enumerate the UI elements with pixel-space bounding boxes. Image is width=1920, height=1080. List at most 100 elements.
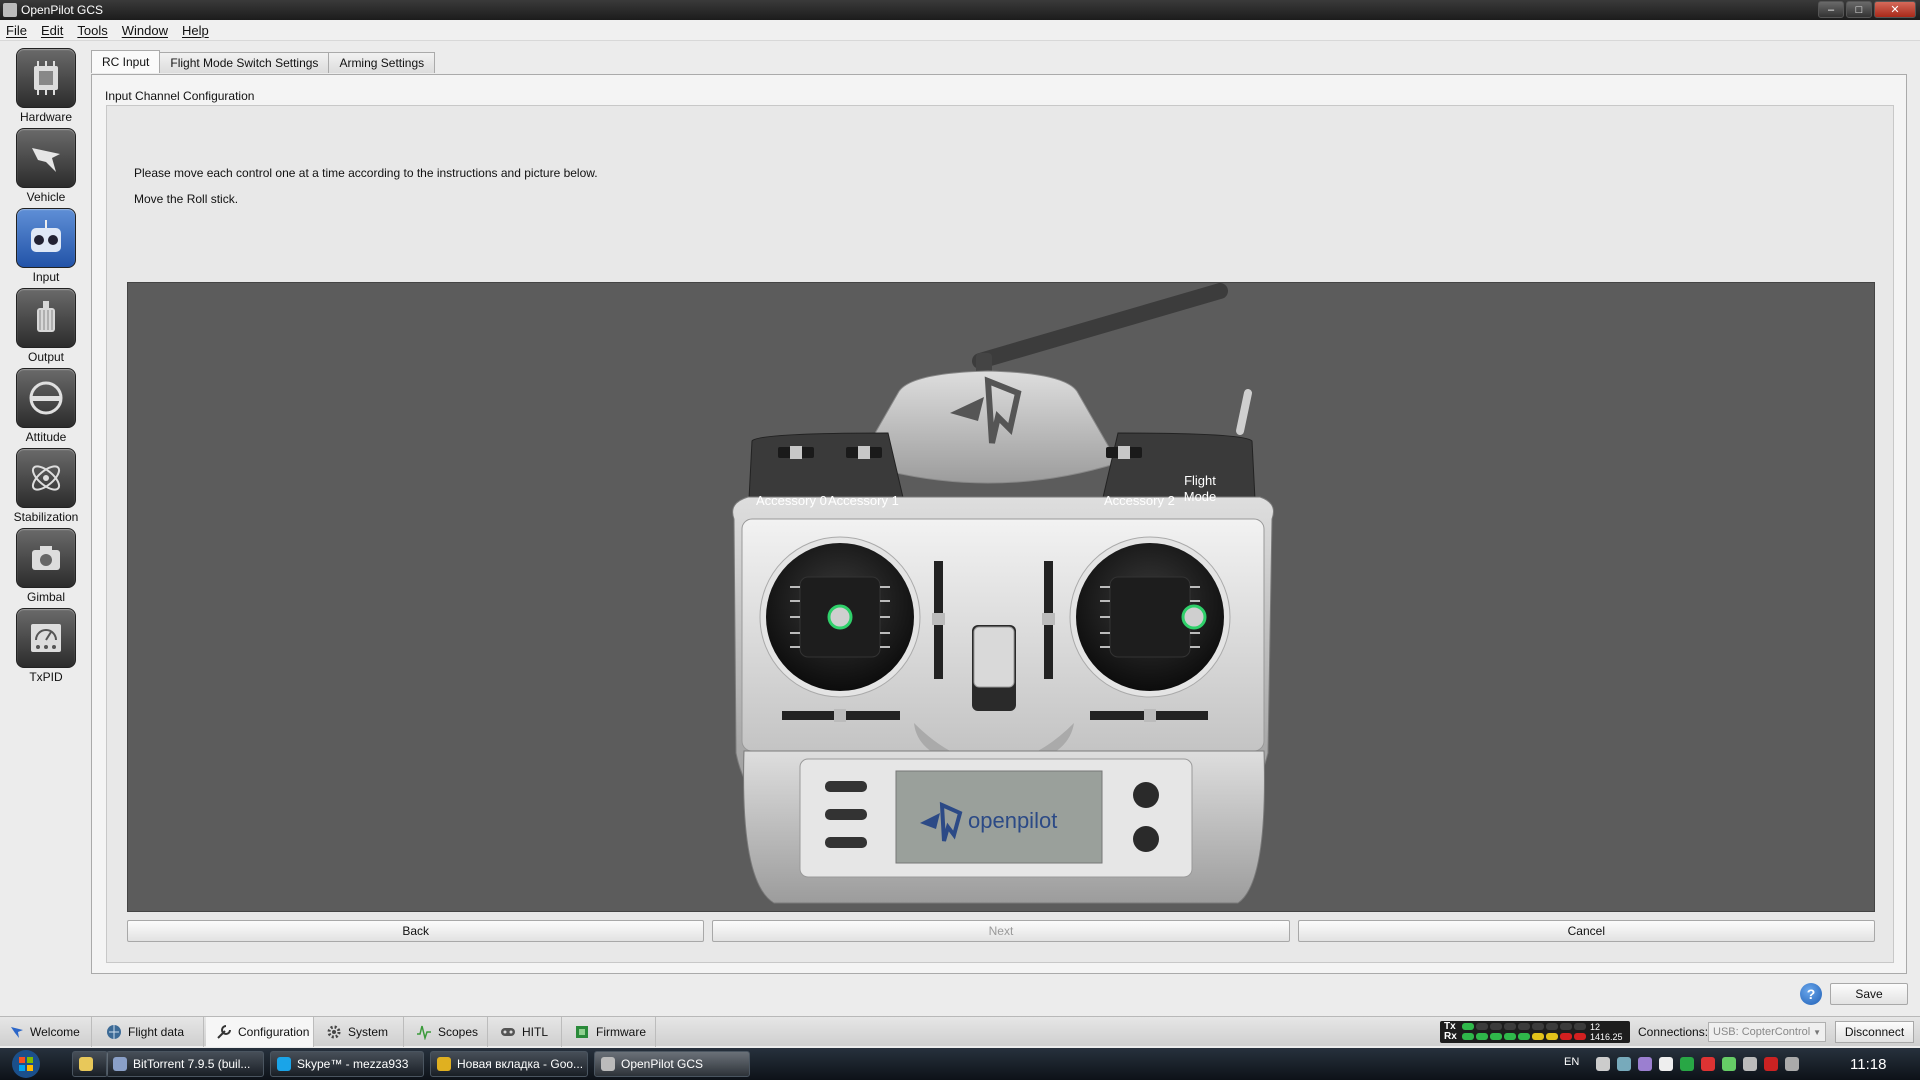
menu-edit[interactable]: Edit: [41, 23, 63, 38]
save-button[interactable]: Save: [1830, 983, 1908, 1005]
antenna: [972, 283, 1228, 369]
sidebar-item-gimbal[interactable]: Gimbal: [8, 528, 84, 604]
bittorrent-icon: [113, 1057, 127, 1071]
cancel-button[interactable]: Cancel: [1297, 920, 1875, 942]
wizard-buttons: Back Next Cancel: [127, 920, 1875, 944]
tx-value: 12: [1590, 1022, 1601, 1032]
connection-icon[interactable]: [1785, 1057, 1799, 1071]
chip-green-icon: [574, 1024, 590, 1040]
k-icon[interactable]: [1680, 1057, 1694, 1071]
next-button[interactable]: Next: [712, 920, 1290, 942]
folder-icon: [79, 1057, 93, 1071]
taskbar-item-openpilot[interactable]: OpenPilot GCS: [594, 1051, 750, 1077]
round-key-1: [1133, 782, 1159, 808]
motor-icon: [16, 288, 76, 348]
sidebar-item-input[interactable]: Input: [8, 208, 84, 284]
wizard-step: Move the Roll stick.: [134, 192, 239, 206]
wrench-icon: [216, 1024, 232, 1040]
mode-welcome[interactable]: Welcome: [0, 1017, 92, 1047]
mode-flight-data[interactable]: Flight data: [96, 1017, 204, 1047]
disconnect-button[interactable]: Disconnect: [1835, 1021, 1914, 1043]
minimize-button[interactable]: –: [1818, 1, 1844, 18]
chrome-icon: [437, 1057, 451, 1071]
start-button[interactable]: [6, 1049, 46, 1079]
round-key-2: [1133, 826, 1159, 852]
sidebar-item-hardware[interactable]: Hardware: [8, 48, 84, 124]
right-gimbal-plate: [1109, 576, 1191, 658]
shield-icon[interactable]: [1722, 1057, 1736, 1071]
device-icon[interactable]: [1617, 1057, 1631, 1071]
back-button[interactable]: Back: [127, 920, 705, 942]
skype-icon: [277, 1057, 291, 1071]
tab-flight-mode-switch-settings[interactable]: Flight Mode Switch Settings: [159, 52, 330, 73]
rx-value: 1416.25: [1590, 1032, 1623, 1042]
windows-flag-icon[interactable]: [1659, 1057, 1673, 1071]
mode-hitl[interactable]: HITL: [490, 1017, 562, 1047]
tab-rc-input[interactable]: RC Input: [91, 50, 161, 73]
flight-mode-label-1: Flight: [1184, 473, 1216, 488]
sidebar-item-stabilization[interactable]: Stabilization: [8, 448, 84, 524]
mode-label: Flight data: [128, 1025, 185, 1039]
mode-system[interactable]: System: [316, 1017, 404, 1047]
clock[interactable]: 11:18: [1850, 1056, 1886, 1073]
menu-window[interactable]: Window: [122, 23, 168, 38]
tab-arming-settings[interactable]: Arming Settings: [328, 52, 436, 73]
group-title: Input Channel Configuration: [105, 89, 255, 103]
explorer-taskbar-button[interactable]: [72, 1051, 108, 1077]
mode-label: System: [348, 1025, 389, 1039]
help-icon[interactable]: ?: [1800, 983, 1822, 1005]
rx-bars: [1462, 1033, 1586, 1040]
sidebar-item-txpid[interactable]: TxPID: [8, 608, 84, 684]
language-indicator[interactable]: EN: [1564, 1056, 1579, 1068]
volume-icon[interactable]: [1596, 1057, 1610, 1071]
os-taskbar: BitTorrent 7.9.5 (buil... Skype™ - mezza…: [0, 1048, 1920, 1080]
rx-label: Rx: [1444, 1031, 1457, 1042]
connection-select[interactable]: USB: CopterControl ▼: [1708, 1022, 1826, 1042]
adobe-icon[interactable]: [1764, 1057, 1778, 1071]
config-sidebar: Hardware Vehicle Input Output Attitude S…: [0, 42, 90, 1014]
mode-configuration[interactable]: Configuration: [206, 1017, 314, 1047]
mode-label: Configuration: [238, 1025, 310, 1039]
window-controls: – □ ✕: [1818, 1, 1916, 18]
sidebar-label: Stabilization: [13, 510, 79, 524]
sidebar-item-output[interactable]: Output: [8, 288, 84, 364]
mode-label: HITL: [522, 1025, 549, 1039]
taskbar-item-skype[interactable]: Skype™ - mezza933: [270, 1051, 424, 1077]
app-tray-icon[interactable]: [1638, 1057, 1652, 1071]
title-bar: OpenPilot GCS – □ ✕: [0, 0, 1920, 20]
sidebar-label: Output: [27, 350, 65, 364]
menu-help[interactable]: Help: [182, 23, 209, 38]
main-panel: RC Input Flight Mode Switch Settings Arm…: [91, 48, 1910, 974]
speaker-icon[interactable]: [1701, 1057, 1715, 1071]
mode-firmware[interactable]: Firmware: [564, 1017, 656, 1047]
close-button[interactable]: ✕: [1874, 1, 1916, 18]
gears-icon: [326, 1024, 342, 1040]
config-tabs: RC Input Flight Mode Switch Settings Arm…: [91, 50, 436, 73]
flight-mode-switch: [1236, 389, 1252, 435]
sidebar-item-vehicle[interactable]: Vehicle: [8, 128, 84, 204]
left-horizontal-trim-knob: [834, 709, 846, 722]
airframe-icon: [16, 128, 76, 188]
mode-label: Welcome: [30, 1025, 80, 1039]
transmitter-diagram: Accessory 0 Accessory 1 Accessory 2 Flig…: [127, 282, 1875, 912]
taskbar-item-bittorrent[interactable]: BitTorrent 7.9.5 (buil...: [106, 1051, 264, 1077]
menu-file[interactable]: File: [6, 23, 27, 38]
menu-key-2: [825, 809, 867, 820]
chip-icon: [16, 48, 76, 108]
menu-tools[interactable]: Tools: [77, 23, 107, 38]
sidebar-item-attitude[interactable]: Attitude: [8, 368, 84, 444]
app-icon: [3, 3, 17, 17]
taskbar-item-chrome[interactable]: Новая вкладка - Goo...: [430, 1051, 588, 1077]
lcd-brand: openpilot: [968, 808, 1057, 833]
window-title: OpenPilot GCS: [21, 3, 104, 17]
level-icon: [16, 368, 76, 428]
taskbar-label: Skype™ - mezza933: [297, 1057, 409, 1071]
acc0-label: Accessory 0: [756, 493, 827, 508]
right-horizontal-trim-knob: [1144, 709, 1156, 722]
maximize-button[interactable]: □: [1846, 1, 1872, 18]
network-icon[interactable]: [1743, 1057, 1757, 1071]
mode-scopes[interactable]: Scopes: [406, 1017, 488, 1047]
left-vertical-trim-knob: [932, 613, 945, 625]
flight-mode-label-2: Mode: [1184, 489, 1217, 504]
sidebar-label: Hardware: [19, 110, 73, 124]
